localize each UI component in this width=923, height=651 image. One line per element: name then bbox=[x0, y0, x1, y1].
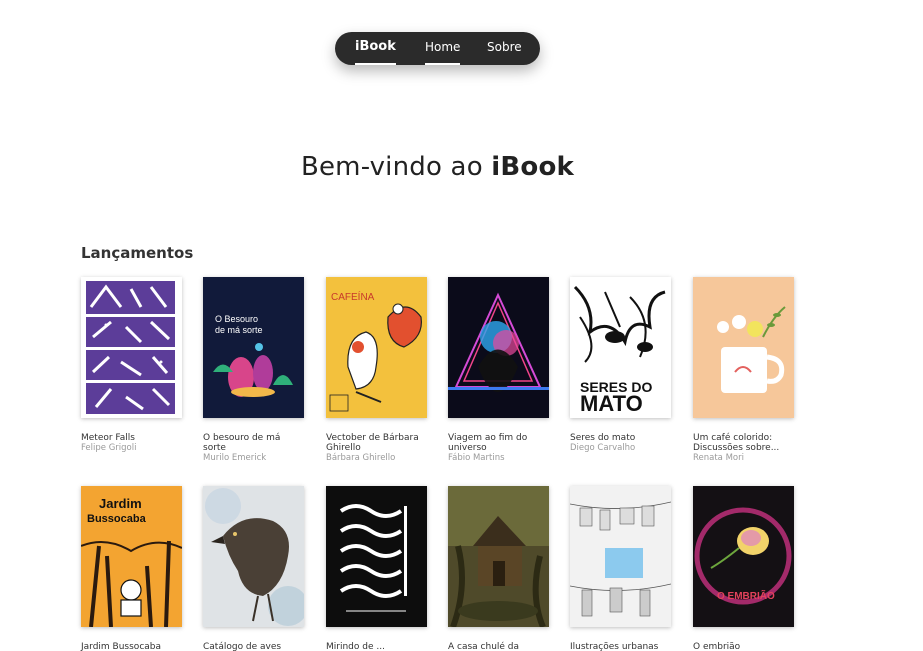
book-title[interactable]: A casa chulé da bbox=[448, 642, 544, 651]
book-card[interactable]: SERES DO MATO Seres do mato Diego Carval… bbox=[570, 277, 675, 453]
book-cover[interactable]: Jardim Bussocaba bbox=[81, 486, 182, 627]
book-cover[interactable]: O Besouro de má sorte bbox=[203, 277, 304, 418]
book-card[interactable]: O Besouro de má sorte O besouro de má so… bbox=[203, 277, 308, 463]
cover-mirindo bbox=[326, 486, 427, 627]
svg-text:Bussocaba: Bussocaba bbox=[87, 513, 147, 525]
cover-cafeina: CAFEÍNA bbox=[326, 277, 427, 418]
svg-text:de má sorte: de má sorte bbox=[215, 325, 263, 335]
book-title[interactable]: Ilustrações urbanas bbox=[570, 642, 666, 651]
cover-meteor-falls bbox=[81, 277, 182, 418]
nav-home-link[interactable]: Home bbox=[425, 38, 461, 65]
book-title[interactable]: Jardim Bussocaba bbox=[81, 642, 177, 651]
cover-cafe-colorido bbox=[693, 277, 794, 418]
book-card[interactable]: Viagem ao fim do universo Fábio Martins bbox=[448, 277, 553, 463]
book-card[interactable]: CAFEÍNA Vectober de Bárbara Ghirello Bár… bbox=[326, 277, 431, 463]
book-title[interactable]: Meteor Falls bbox=[81, 433, 177, 443]
book-title[interactable]: Vectober de Bárbara Ghirello bbox=[326, 433, 422, 453]
book-card[interactable]: Mirindo de ... bbox=[326, 486, 431, 651]
svg-text:CAFEÍNA: CAFEÍNA bbox=[331, 290, 375, 303]
cover-viagem bbox=[448, 277, 549, 418]
book-cover[interactable]: SERES DO MATO bbox=[570, 277, 671, 418]
book-title[interactable]: Catálogo de aves bbox=[203, 642, 299, 651]
welcome-heading: Bem-vindo ao iBook bbox=[0, 152, 875, 182]
cover-seres-do-mato: SERES DO MATO bbox=[570, 277, 671, 418]
brand-logo[interactable]: iBook bbox=[355, 38, 396, 65]
nav-sobre-link[interactable]: Sobre bbox=[487, 38, 522, 65]
book-author: Murilo Emerick bbox=[203, 453, 267, 463]
book-card[interactable]: Ilustrações urbanas bbox=[570, 486, 675, 651]
cover-catalogo-de-aves bbox=[203, 486, 304, 627]
svg-text:MATO: MATO bbox=[580, 391, 643, 416]
cover-jardim-bussocaba: Jardim Bussocaba bbox=[81, 486, 182, 627]
book-title[interactable]: Viagem ao fim do universo bbox=[448, 433, 544, 453]
section-title-lancamentos: Lançamentos bbox=[81, 244, 194, 262]
welcome-brand: iBook bbox=[491, 152, 575, 182]
book-author: Felipe Grigoli bbox=[81, 443, 137, 453]
welcome-prefix: Bem-vindo ao bbox=[300, 152, 492, 182]
book-title[interactable]: O besouro de má sorte bbox=[203, 433, 299, 453]
book-cover[interactable] bbox=[203, 486, 304, 627]
book-title[interactable]: Mirindo de ... bbox=[326, 642, 422, 651]
cover-casa-chule bbox=[448, 486, 549, 627]
book-cover[interactable] bbox=[448, 277, 549, 418]
book-author: Diego Carvalho bbox=[570, 443, 636, 453]
book-cover[interactable]: O EMBRIÃO bbox=[693, 486, 794, 627]
book-title[interactable]: Um café colorido: Discussões sobre... bbox=[693, 433, 789, 453]
book-cover[interactable] bbox=[448, 486, 549, 627]
book-cover[interactable]: CAFEÍNA bbox=[326, 277, 427, 418]
book-author: Bárbara Ghirello bbox=[326, 453, 396, 463]
cover-ilustracoes-urbanas bbox=[570, 486, 671, 627]
book-card[interactable]: Jardim Bussocaba Jardim Bussocaba bbox=[81, 486, 186, 651]
book-card[interactable]: Catálogo de aves bbox=[203, 486, 308, 651]
top-nav: iBook Home Sobre bbox=[335, 32, 540, 65]
book-title[interactable]: O embrião bbox=[693, 642, 789, 651]
book-card[interactable]: O EMBRIÃO O embrião bbox=[693, 486, 798, 651]
svg-text:Jardim: Jardim bbox=[99, 496, 142, 511]
svg-text:O Besouro: O Besouro bbox=[215, 314, 258, 324]
book-author: Fábio Martins bbox=[448, 453, 505, 463]
book-author: Renata Mori bbox=[693, 453, 744, 463]
book-cover[interactable] bbox=[81, 277, 182, 418]
book-cover[interactable] bbox=[326, 486, 427, 627]
book-card[interactable]: Um café colorido: Discussões sobre... Re… bbox=[693, 277, 798, 463]
cover-o-embriao: O EMBRIÃO bbox=[693, 486, 794, 627]
book-card[interactable]: Meteor Falls Felipe Grigoli bbox=[81, 277, 186, 453]
book-card[interactable]: A casa chulé da bbox=[448, 486, 553, 651]
cover-besouro: O Besouro de má sorte bbox=[203, 277, 304, 418]
book-cover[interactable] bbox=[693, 277, 794, 418]
cover-embriao-text: O EMBRIÃO bbox=[717, 589, 775, 602]
book-cover[interactable] bbox=[570, 486, 671, 627]
brand-text: iBook bbox=[355, 39, 396, 54]
book-title[interactable]: Seres do mato bbox=[570, 433, 666, 443]
